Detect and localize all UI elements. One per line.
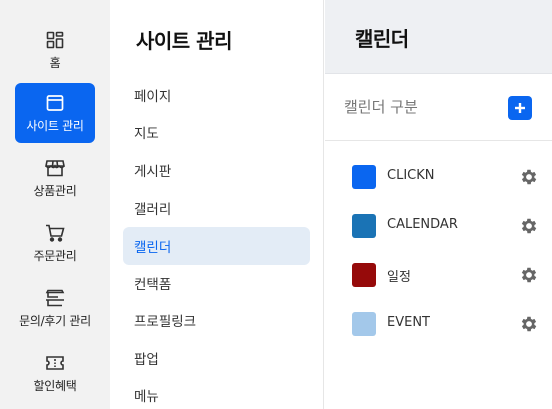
rail-item-label: 할인혜택	[33, 379, 77, 393]
rail-item-inquiries-reviews[interactable]: 문의/후기 관리	[15, 278, 95, 338]
calendar-name: CALENDAR	[387, 217, 458, 232]
calendar-color-swatch[interactable]	[352, 312, 376, 336]
icon-rail: 홈 사이트 관리 상품관리 주문관리 문의/후기 관리 할인혜택	[0, 0, 110, 409]
add-calendar-button[interactable]	[508, 96, 532, 120]
gear-icon[interactable]	[519, 167, 539, 187]
cart-icon	[44, 222, 66, 244]
submenu-item-contact-form[interactable]: 컨택폼	[123, 264, 310, 302]
calendar-row[interactable]: CLICKN	[325, 157, 552, 197]
store-icon	[44, 157, 66, 179]
submenu-item-profile-link[interactable]: 프로필링크	[123, 301, 310, 339]
rail-item-orders[interactable]: 주문관리	[15, 213, 95, 273]
calendar-category-label: 캘린더 구분	[344, 98, 418, 116]
submenu-item-menu[interactable]: 메뉴	[123, 376, 310, 409]
grid-icon	[44, 29, 66, 51]
submenu-item-map[interactable]: 지도	[123, 113, 310, 151]
submenu-item-pages[interactable]: 페이지	[123, 76, 310, 114]
rail-item-products[interactable]: 상품관리	[15, 148, 95, 208]
rail-item-home[interactable]: 홈	[15, 20, 95, 80]
page-title: 캘린더	[355, 27, 409, 51]
gear-icon[interactable]	[519, 265, 539, 285]
divider	[325, 140, 552, 141]
rail-item-discounts[interactable]: 할인혜택	[15, 343, 95, 403]
calendar-color-swatch[interactable]	[352, 165, 376, 189]
gear-icon[interactable]	[519, 314, 539, 334]
submenu-panel: 사이트 관리 페이지 지도 게시판 갤러리 캘린더 컨택폼 프로필링크 팝업 메…	[110, 0, 324, 409]
calendar-row[interactable]: EVENT	[325, 304, 552, 344]
rail-item-label: 상품관리	[33, 184, 77, 198]
inquiry-icon	[44, 287, 66, 309]
rail-item-site-management[interactable]: 사이트 관리	[15, 83, 95, 143]
calendar-color-swatch[interactable]	[352, 263, 376, 287]
plus-icon	[515, 103, 525, 113]
content-header: 캘린더	[325, 0, 552, 74]
rail-item-label: 홈	[49, 56, 61, 70]
submenu-item-popup[interactable]: 팝업	[123, 339, 310, 377]
rail-item-label: 주문관리	[33, 249, 77, 263]
calendar-row[interactable]: CALENDAR	[325, 206, 552, 246]
submenu-item-calendar[interactable]: 캘린더	[123, 227, 310, 265]
gear-icon[interactable]	[519, 216, 539, 236]
calendar-name: 일정	[387, 270, 411, 285]
submenu-item-gallery[interactable]: 갤러리	[123, 189, 310, 227]
browser-window-icon	[44, 92, 66, 114]
submenu-title: 사이트 관리	[136, 29, 232, 53]
rail-item-label: 문의/후기 관리	[19, 314, 91, 328]
calendar-row[interactable]: 일정	[325, 255, 552, 295]
coupon-icon	[44, 352, 66, 374]
submenu-item-board[interactable]: 게시판	[123, 151, 310, 189]
rail-item-label: 사이트 관리	[26, 119, 84, 133]
calendar-color-swatch[interactable]	[352, 214, 376, 238]
calendar-name: EVENT	[387, 315, 430, 330]
calendar-name: CLICKN	[387, 168, 435, 183]
calendar-panel: 캘린더 캘린더 구분 CLICKN CALENDAR 일정 EVENT	[325, 0, 552, 409]
